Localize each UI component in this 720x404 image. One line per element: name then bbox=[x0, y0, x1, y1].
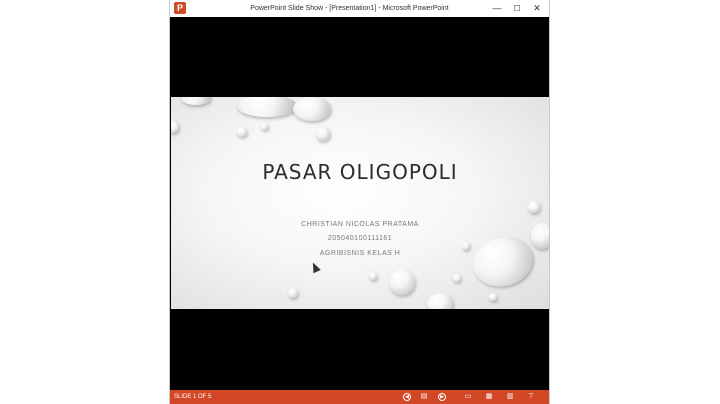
slide[interactable]: PASAR OLIGOPOLI CHRISTIAN NICOLAS PRATAM… bbox=[171, 97, 549, 309]
previous-icon[interactable]: ◀ bbox=[403, 393, 411, 401]
water-drop bbox=[171, 121, 179, 133]
water-drop bbox=[237, 97, 297, 117]
water-drop bbox=[288, 288, 298, 298]
title-bar: P PowerPoint Slide Show - [Presentation1… bbox=[170, 0, 549, 18]
minimize-button[interactable]: — bbox=[487, 0, 507, 17]
subtitle-id: 205040100111161 bbox=[327, 235, 393, 242]
menu-icon[interactable]: ▤ bbox=[420, 393, 428, 401]
subtitle-class: AGRIBISNIS KELAS H bbox=[319, 250, 401, 257]
maximize-button[interactable]: ☐ bbox=[507, 0, 527, 17]
next-icon[interactable]: ▶ bbox=[438, 393, 446, 401]
water-drop bbox=[462, 242, 470, 250]
slideshow-area[interactable]: PASAR OLIGOPOLI CHRISTIAN NICOLAS PRATAM… bbox=[170, 17, 549, 390]
normal-view-icon[interactable]: ▭ bbox=[464, 393, 472, 401]
water-drop bbox=[427, 293, 453, 309]
status-bar: SLIDE 1 OF 5 ◀ ▤ ▶ ▭ ▦ ▥ ⊤ bbox=[170, 390, 549, 404]
water-drop bbox=[369, 272, 377, 280]
powerpoint-window: P PowerPoint Slide Show - [Presentation1… bbox=[170, 0, 549, 404]
close-button[interactable]: ✕ bbox=[527, 0, 547, 17]
slide-sorter-icon[interactable]: ▦ bbox=[485, 393, 493, 401]
window-title: PowerPoint Slide Show - [Presentation1] … bbox=[250, 5, 449, 12]
water-drop bbox=[489, 293, 497, 301]
water-drop bbox=[237, 127, 247, 137]
subtitle-author: CHRISTIAN NICOLAS PRATAMA bbox=[301, 221, 419, 228]
reading-view-icon[interactable]: ▥ bbox=[506, 393, 514, 401]
slideshow-icon[interactable]: ⊤ bbox=[527, 393, 535, 401]
water-drop bbox=[453, 274, 461, 282]
slide-indicator: SLIDE 1 OF 5 bbox=[174, 394, 212, 400]
water-drop bbox=[261, 123, 268, 130]
water-drop bbox=[528, 201, 540, 213]
water-drop bbox=[293, 97, 331, 121]
slide-title: PASAR OLIGOPOLI bbox=[262, 160, 458, 184]
water-drop bbox=[181, 97, 211, 105]
powerpoint-app-icon[interactable]: P bbox=[174, 2, 186, 14]
water-drop bbox=[389, 269, 415, 295]
water-drop bbox=[316, 127, 330, 141]
mouse-cursor bbox=[309, 260, 321, 274]
